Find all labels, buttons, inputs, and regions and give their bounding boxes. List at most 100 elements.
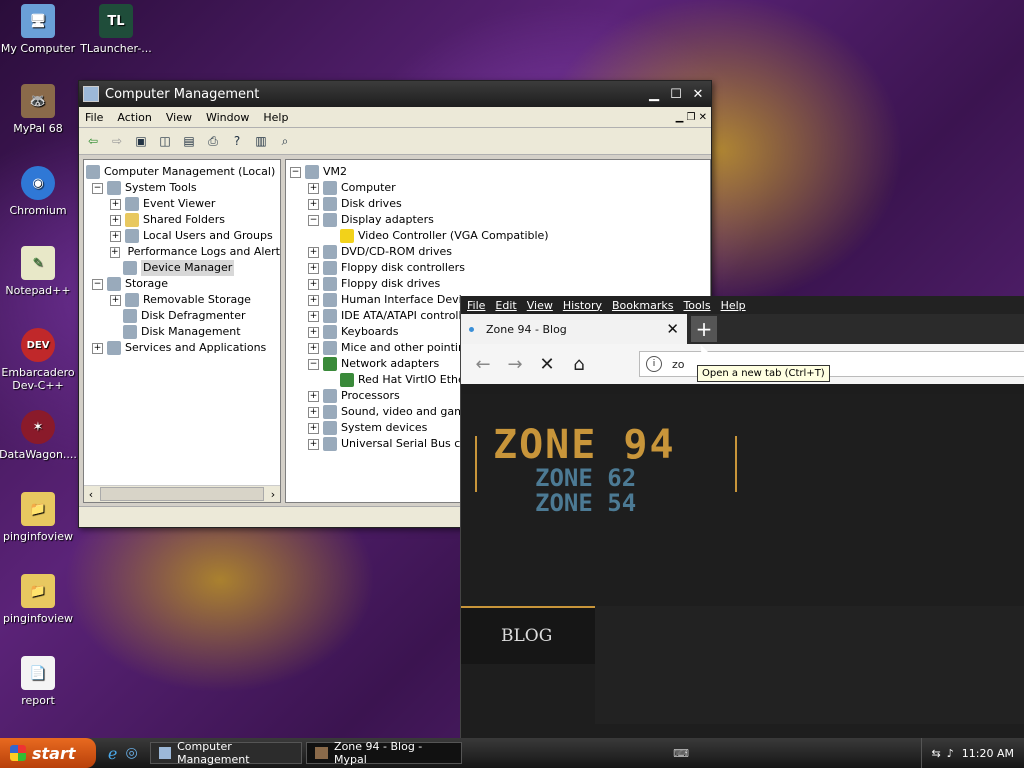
- menu-view[interactable]: View: [527, 299, 553, 312]
- home-icon[interactable]: ⌂: [567, 352, 591, 376]
- tree-item[interactable]: Video Controller (VGA Compatible): [290, 228, 710, 244]
- ie-quicklaunch-icon[interactable]: ℯ: [108, 744, 117, 763]
- collapse-icon[interactable]: −: [308, 358, 319, 370]
- menu-view[interactable]: View: [166, 111, 192, 124]
- tree-item[interactable]: Disk Management: [86, 324, 280, 340]
- minimize-button[interactable]: ▁: [645, 85, 663, 103]
- menu-edit[interactable]: Edit: [495, 299, 516, 312]
- clock[interactable]: 11:20 AM: [962, 747, 1014, 760]
- site-logo[interactable]: ZONE 94 ZONE 62 ZONE 54: [475, 422, 737, 518]
- quicklaunch-icon[interactable]: ◎: [125, 745, 137, 761]
- desktop-icon-devcpp[interactable]: DEV Embarcadero Dev-C++: [0, 328, 78, 392]
- desktop-icon-datawagon[interactable]: ✶ DataWagon....: [0, 410, 78, 461]
- back-arrow-icon[interactable]: ⇦: [83, 131, 103, 151]
- close-button[interactable]: ✕: [689, 85, 707, 103]
- properties-icon[interactable]: ▤: [179, 131, 199, 151]
- tree-item[interactable]: + Floppy disk drives: [290, 276, 710, 292]
- expand-icon[interactable]: +: [110, 246, 120, 258]
- menu-help[interactable]: Help: [721, 299, 746, 312]
- title-bar[interactable]: Computer Management ▁ ☐ ✕: [79, 81, 711, 107]
- menu-file[interactable]: File: [467, 299, 485, 312]
- expand-icon[interactable]: +: [308, 278, 319, 290]
- show-hide-tree-icon[interactable]: ◫: [155, 131, 175, 151]
- stop-icon[interactable]: ✕: [535, 352, 559, 376]
- collapse-icon[interactable]: −: [290, 166, 301, 178]
- collapse-icon[interactable]: −: [92, 278, 103, 290]
- horizontal-scrollbar[interactable]: ‹ ›: [84, 485, 280, 502]
- tree-item[interactable]: + Removable Storage: [86, 292, 280, 308]
- nav-blog[interactable]: BLOG: [461, 606, 595, 664]
- expand-icon[interactable]: +: [308, 310, 319, 322]
- menu-history[interactable]: History: [563, 299, 602, 312]
- desktop-icon-report[interactable]: 📄 report: [0, 656, 78, 707]
- tree-item[interactable]: − VM2: [290, 164, 710, 180]
- expand-icon[interactable]: +: [92, 342, 103, 354]
- collapse-icon[interactable]: −: [92, 182, 103, 194]
- expand-icon[interactable]: +: [110, 214, 121, 226]
- expand-icon[interactable]: +: [308, 182, 319, 194]
- expand-icon[interactable]: +: [308, 390, 319, 402]
- scan-hardware-icon[interactable]: ⌕: [275, 131, 295, 151]
- tree-item[interactable]: + Computer: [290, 180, 710, 196]
- info-icon[interactable]: i: [646, 356, 662, 372]
- tree-item[interactable]: + Local Users and Groups: [86, 228, 280, 244]
- expand-icon[interactable]: +: [308, 438, 319, 450]
- new-tab-button[interactable]: +: [691, 316, 717, 342]
- tree-item[interactable]: Computer Management (Local): [86, 164, 280, 180]
- expand-icon[interactable]: +: [308, 326, 319, 338]
- expand-icon[interactable]: +: [308, 342, 319, 354]
- close-tab-icon[interactable]: ✕: [666, 320, 679, 338]
- desktop-icon-notepadpp[interactable]: ✎ Notepad++: [0, 246, 78, 297]
- tab-zone94-blog[interactable]: Zone 94 - Blog ✕: [461, 314, 687, 344]
- expand-icon[interactable]: +: [110, 294, 121, 306]
- expand-icon[interactable]: +: [110, 230, 121, 242]
- export-list-icon[interactable]: ▥: [251, 131, 271, 151]
- tree-item[interactable]: + Shared Folders: [86, 212, 280, 228]
- menu-file[interactable]: File: [85, 111, 103, 124]
- menu-bookmarks[interactable]: Bookmarks: [612, 299, 673, 312]
- menu-action[interactable]: Action: [117, 111, 151, 124]
- expand-icon[interactable]: +: [308, 246, 319, 258]
- menu-help[interactable]: Help: [263, 111, 288, 124]
- maximize-button[interactable]: ☐: [667, 85, 685, 103]
- tree-item[interactable]: − Display adapters: [290, 212, 710, 228]
- tree-item[interactable]: − System Tools: [86, 180, 280, 196]
- expand-icon[interactable]: +: [308, 262, 319, 274]
- tree-item-device-manager[interactable]: Device Manager: [86, 260, 280, 276]
- tree-item[interactable]: Disk Defragmenter: [86, 308, 280, 324]
- back-arrow-icon[interactable]: ←: [471, 352, 495, 376]
- tree-item[interactable]: + Event Viewer: [86, 196, 280, 212]
- menu-window[interactable]: Window: [206, 111, 249, 124]
- print-icon[interactable]: ⎙: [203, 131, 223, 151]
- menu-tools[interactable]: Tools: [683, 299, 710, 312]
- scroll-right-icon[interactable]: ›: [266, 488, 280, 501]
- tree-item[interactable]: + Disk drives: [290, 196, 710, 212]
- forward-arrow-icon[interactable]: →: [503, 352, 527, 376]
- up-folder-icon[interactable]: ▣: [131, 131, 151, 151]
- forward-arrow-icon[interactable]: ⇨: [107, 131, 127, 151]
- desktop-icon-pinginfoview-1[interactable]: 📁 pinginfoview: [0, 492, 78, 543]
- tree-item[interactable]: + Performance Logs and Alerts: [86, 244, 280, 260]
- desktop-icon-my-computer[interactable]: 🖥 My Computer: [0, 4, 78, 55]
- expand-icon[interactable]: +: [308, 198, 319, 210]
- desktop-icon-chromium[interactable]: ◉ Chromium: [0, 166, 78, 217]
- desktop-icon-tlauncher[interactable]: TL TLauncher-...: [76, 4, 156, 55]
- desktop-icon-mypal[interactable]: 🦝 MyPal 68: [0, 84, 78, 135]
- tree-item[interactable]: − Storage: [86, 276, 280, 292]
- taskbar-computer-management[interactable]: Computer Management: [149, 740, 302, 766]
- expand-icon[interactable]: +: [308, 422, 319, 434]
- taskbar-mypal[interactable]: Zone 94 - Blog - Mypal: [305, 740, 462, 766]
- expand-icon[interactable]: +: [110, 198, 121, 210]
- help-icon[interactable]: ?: [227, 131, 247, 151]
- keyboard-tray-icon[interactable]: ⌨: [673, 747, 689, 760]
- tree-item[interactable]: + DVD/CD-ROM drives: [290, 244, 710, 260]
- start-button[interactable]: start: [0, 738, 96, 768]
- scroll-left-icon[interactable]: ‹: [84, 488, 98, 501]
- network-tray-icon[interactable]: ⇆: [932, 747, 941, 760]
- expand-icon[interactable]: +: [308, 294, 319, 306]
- scroll-thumb[interactable]: [100, 487, 264, 501]
- tree-item[interactable]: + Floppy disk controllers: [290, 260, 710, 276]
- mdi-controls[interactable]: ▁ ❐ ✕: [676, 112, 707, 123]
- desktop-icon-pinginfoview-2[interactable]: 📁 pinginfoview: [0, 574, 78, 625]
- tree-item[interactable]: + Services and Applications: [86, 340, 280, 356]
